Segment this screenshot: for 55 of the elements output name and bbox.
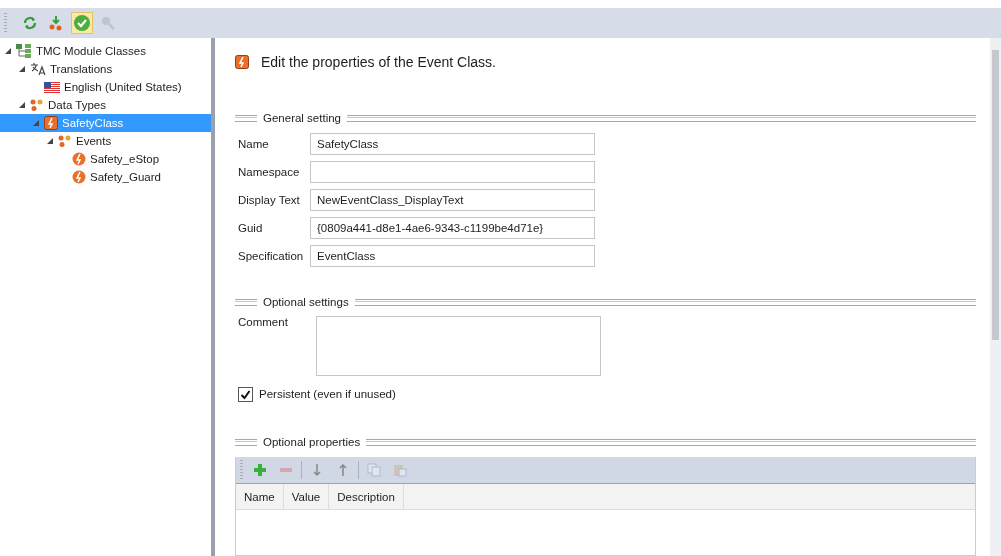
field-label: Guid <box>238 222 264 234</box>
scrollbar[interactable] <box>990 38 1001 556</box>
download-icon <box>48 15 64 31</box>
tree-item[interactable]: TMC Module Classes <box>0 42 211 60</box>
expand-arrow-icon[interactable] <box>4 47 12 55</box>
persistent-checkbox[interactable] <box>238 386 253 402</box>
add-icon <box>253 463 267 477</box>
text-field[interactable]: {0809a441-d8e1-4ae6-9343-c1199be4d71e} <box>310 217 595 239</box>
column-header[interactable]: Description <box>329 484 404 509</box>
magnifier-icon <box>100 15 116 31</box>
check-icon <box>73 14 91 32</box>
field-label: Name <box>238 138 270 150</box>
lightning-icon <box>235 55 249 69</box>
field-label: Specification <box>238 250 305 262</box>
toolbar-button[interactable] <box>71 12 93 34</box>
tree-item[interactable]: Safety_eStop <box>0 150 211 168</box>
page-title: Edit the properties of the Event Class. <box>261 54 496 70</box>
lightning-icon <box>44 116 58 130</box>
comment-field[interactable] <box>316 316 601 376</box>
refresh-icon <box>22 15 38 31</box>
data-types-icon <box>30 99 44 111</box>
section-title: General setting <box>263 112 341 124</box>
lightning-icon <box>72 170 86 184</box>
field-label: Namespace <box>238 166 301 178</box>
tree-item[interactable]: English (United States) <box>0 78 211 96</box>
column-header[interactable]: Value <box>283 484 330 509</box>
tree-item[interactable]: Translations <box>0 60 211 78</box>
module-icon <box>16 44 32 58</box>
field-label: Comment <box>238 316 289 328</box>
section-divider <box>235 298 257 306</box>
expand-arrow-icon[interactable] <box>18 65 26 73</box>
section-divider <box>235 438 257 446</box>
section-title: Optional properties <box>263 436 361 448</box>
data-types-icon <box>58 135 72 147</box>
field-label: Display Text <box>238 194 301 206</box>
section-title: Optional settings <box>263 296 349 308</box>
expand-arrow-icon[interactable] <box>46 137 54 145</box>
translate-icon <box>30 62 46 76</box>
arrow-down-icon <box>312 463 322 477</box>
section-divider <box>235 114 257 122</box>
text-field[interactable]: SafetyClass <box>310 133 595 155</box>
text-field[interactable] <box>310 161 595 183</box>
expand-arrow-icon[interactable] <box>18 101 26 109</box>
column-header[interactable]: Name <box>236 484 284 509</box>
paste-icon <box>393 463 407 477</box>
tree-item[interactable]: Events <box>0 132 211 150</box>
checkbox-label: Persistent (even if unused) <box>259 388 396 400</box>
tree-item[interactable]: Data Types <box>0 96 211 114</box>
flag-icon <box>44 81 60 93</box>
arrow-up-icon <box>338 463 348 477</box>
text-field[interactable]: EventClass <box>310 245 595 267</box>
copy-icon <box>367 463 381 477</box>
lightning-icon <box>72 152 86 166</box>
text-field[interactable]: NewEventClass_DisplayText <box>310 189 595 211</box>
tree-item[interactable]: Safety_Guard <box>0 168 211 186</box>
